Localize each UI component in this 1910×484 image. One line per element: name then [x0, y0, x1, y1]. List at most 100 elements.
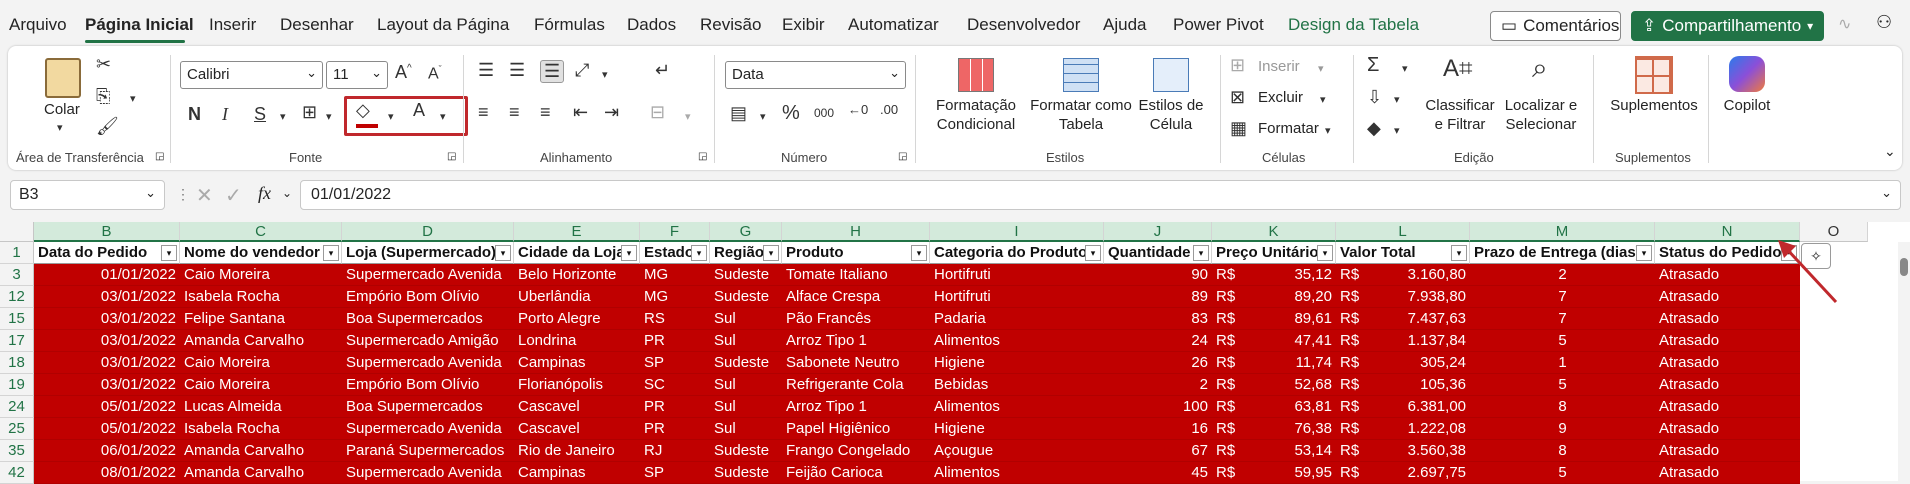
format-painter-icon[interactable]: 🖌 [96, 116, 119, 137]
percent-icon[interactable]: % [782, 102, 800, 125]
table-cell[interactable]: 03/01/2022 [34, 330, 180, 352]
chevron-down-icon[interactable]: ▾ [326, 110, 332, 123]
table-cell[interactable]: Atrasado [1655, 418, 1800, 440]
table-cell[interactable]: Florianópolis [514, 374, 640, 396]
table-header[interactable]: Loja (Supermercado) ▾ [342, 242, 514, 264]
currency-symbol[interactable]: R$ [1336, 418, 1376, 440]
chevron-down-icon[interactable]: ▾ [1320, 93, 1326, 106]
delete-cells-icon[interactable]: ⊠ [1230, 87, 1245, 108]
font-color-icon[interactable]: A [413, 100, 425, 121]
currency-symbol[interactable]: R$ [1212, 264, 1252, 286]
table-header[interactable]: Produto ▾ [782, 242, 930, 264]
table-cell[interactable]: 35,12 [1252, 264, 1336, 286]
align-center-icon[interactable]: ≡ [509, 102, 520, 123]
menu-power-pivot[interactable]: Power Pivot [1173, 15, 1264, 35]
currency-symbol[interactable]: R$ [1336, 440, 1376, 462]
increase-font-icon[interactable]: A^ [395, 62, 412, 83]
table-cell[interactable]: 53,14 [1252, 440, 1336, 462]
filter-dropdown-icon[interactable]: ▾ [1193, 245, 1209, 261]
column-header[interactable]: B [34, 222, 180, 242]
align-top-icon[interactable]: ☰ [478, 60, 494, 81]
table-cell[interactable]: Higiene [930, 418, 1104, 440]
menu-design-tabela[interactable]: Design da Tabela [1288, 15, 1419, 35]
chevron-down-icon[interactable]: ▾ [1325, 124, 1331, 137]
table-cell[interactable]: 1.137,84 [1376, 330, 1470, 352]
table-cell[interactable]: Supermercado Avenida [342, 264, 514, 286]
table-cell[interactable]: Atrasado [1655, 330, 1800, 352]
table-cell[interactable]: Alface Crespa [782, 286, 930, 308]
row-header[interactable]: 1 [0, 242, 34, 264]
font-size-combo[interactable]: 11 ⌄ [326, 61, 388, 89]
table-cell[interactable]: Caio Moreira [180, 374, 342, 396]
table-cell[interactable]: Supermercado Avenida [342, 352, 514, 374]
fill-color-icon[interactable]: ◇ [356, 100, 370, 121]
table-cell[interactable]: 63,81 [1252, 396, 1336, 418]
filter-dropdown-icon[interactable]: ▾ [495, 245, 511, 261]
table-cell[interactable]: Açougue [930, 440, 1104, 462]
table-cell[interactable]: 9 [1470, 418, 1655, 440]
table-cell[interactable]: Supermercado Avenida [342, 418, 514, 440]
comma-style-icon[interactable]: 000 [814, 106, 834, 120]
filter-dropdown-icon[interactable]: ▾ [1085, 245, 1101, 261]
insert-function-button[interactable]: fx [258, 183, 271, 204]
table-cell[interactable]: Frango Congelado [782, 440, 930, 462]
currency-symbol[interactable]: R$ [1212, 286, 1252, 308]
sort-filter-button[interactable]: Classificar e Filtrar [1420, 96, 1500, 134]
menu-automatizar[interactable]: Automatizar [848, 15, 939, 35]
table-cell[interactable]: Atrasado [1655, 440, 1800, 462]
table-cell[interactable]: Paraná Supermercados [342, 440, 514, 462]
table-cell[interactable]: Sul [710, 374, 782, 396]
table-cell[interactable]: 5 [1470, 330, 1655, 352]
autosum-icon[interactable]: Σ [1367, 54, 1379, 77]
dialog-launcher-icon[interactable]: ◲ [698, 151, 707, 162]
currency-symbol[interactable]: R$ [1336, 264, 1376, 286]
copilot-button[interactable]: Copilot [1717, 96, 1777, 115]
increase-decimal-icon[interactable]: ←0 [848, 102, 868, 117]
table-cell[interactable]: Cascavel [514, 396, 640, 418]
table-cell[interactable]: Refrigerante Cola [782, 374, 930, 396]
column-header[interactable]: L [1336, 222, 1470, 242]
decrease-font-icon[interactable]: Aˇ [428, 64, 442, 83]
table-cell[interactable]: 8 [1470, 440, 1655, 462]
paste-icon[interactable] [45, 58, 81, 98]
table-header[interactable]: Cidade da Loja ▾ [514, 242, 640, 264]
chevron-down-icon[interactable]: ▾ [760, 110, 766, 123]
table-cell[interactable]: 03/01/2022 [34, 286, 180, 308]
row-header[interactable]: 12 [0, 286, 34, 308]
table-cell[interactable]: 24 [1104, 330, 1212, 352]
table-cell[interactable]: Rio de Janeiro [514, 440, 640, 462]
table-cell[interactable]: Pão Francês [782, 308, 930, 330]
table-cell[interactable]: Sul [710, 330, 782, 352]
table-header[interactable]: Prazo de Entrega (dias) ▾ [1470, 242, 1655, 264]
table-cell[interactable]: Isabela Rocha [180, 418, 342, 440]
table-cell[interactable]: Alimentos [930, 396, 1104, 418]
merge-center-icon[interactable]: ⊟ [650, 102, 665, 123]
table-cell[interactable]: 105,36 [1376, 374, 1470, 396]
table-cell[interactable]: Sabonete Neutro [782, 352, 930, 374]
table-cell[interactable]: PR [640, 396, 710, 418]
table-cell[interactable]: Lucas Almeida [180, 396, 342, 418]
table-header[interactable]: Categoria do Produto ▾ [930, 242, 1104, 264]
scrollbar-thumb[interactable] [1900, 258, 1908, 276]
filter-dropdown-icon[interactable]: ▾ [1451, 245, 1467, 261]
table-cell[interactable]: Porto Alegre [514, 308, 640, 330]
table-cell[interactable]: Caio Moreira [180, 352, 342, 374]
table-header[interactable]: Data do Pedido ▾ [34, 242, 180, 264]
table-cell[interactable]: 100 [1104, 396, 1212, 418]
table-cell[interactable]: PR [640, 330, 710, 352]
table-cell[interactable]: 47,41 [1252, 330, 1336, 352]
table-cell[interactable]: Sul [710, 418, 782, 440]
currency-symbol[interactable]: R$ [1212, 418, 1252, 440]
clear-icon[interactable]: ◆ [1367, 118, 1381, 139]
share-button[interactable]: ⇪ Compartilhamento ▾ [1631, 11, 1824, 41]
more-options-icon[interactable]: ⋮ [176, 186, 190, 203]
format-as-table-button[interactable]: Formatar como Tabela [1030, 96, 1132, 134]
italic-button[interactable]: I [222, 104, 228, 125]
chevron-down-icon[interactable]: ▾ [685, 110, 691, 123]
table-cell[interactable]: 305,24 [1376, 352, 1470, 374]
insert-cells-icon[interactable]: ⊞ [1230, 55, 1245, 76]
table-cell[interactable]: Hortifruti [930, 286, 1104, 308]
table-header[interactable]: Região ▾ [710, 242, 782, 264]
formula-input[interactable]: 01/01/2022 ⌄ [300, 180, 1901, 210]
filter-dropdown-icon[interactable]: ▾ [691, 245, 707, 261]
